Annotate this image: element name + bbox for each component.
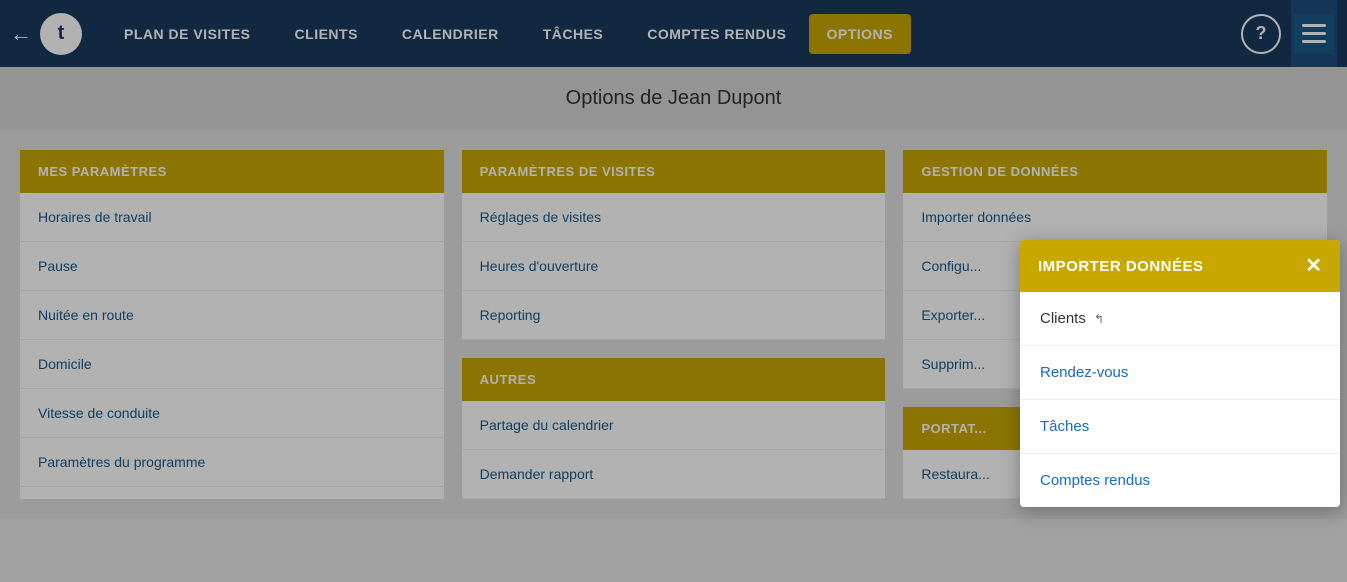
importer-donnees-modal: IMPORTER DONNÉES ✕ Clients ↰ Rendez-vous… — [1020, 240, 1340, 507]
modal-header: IMPORTER DONNÉES ✕ — [1020, 240, 1340, 292]
modal-item-clients[interactable]: Clients ↰ — [1020, 292, 1340, 346]
modal-close-button[interactable]: ✕ — [1305, 256, 1322, 276]
modal-body: Clients ↰ Rendez-vous Tâches Comptes ren… — [1020, 292, 1340, 507]
modal-item-taches[interactable]: Tâches — [1020, 400, 1340, 454]
modal-item-comptes-rendus[interactable]: Comptes rendus — [1020, 454, 1340, 507]
modal-title: IMPORTER DONNÉES — [1038, 258, 1204, 275]
modal-item-rendez-vous[interactable]: Rendez-vous — [1020, 346, 1340, 400]
